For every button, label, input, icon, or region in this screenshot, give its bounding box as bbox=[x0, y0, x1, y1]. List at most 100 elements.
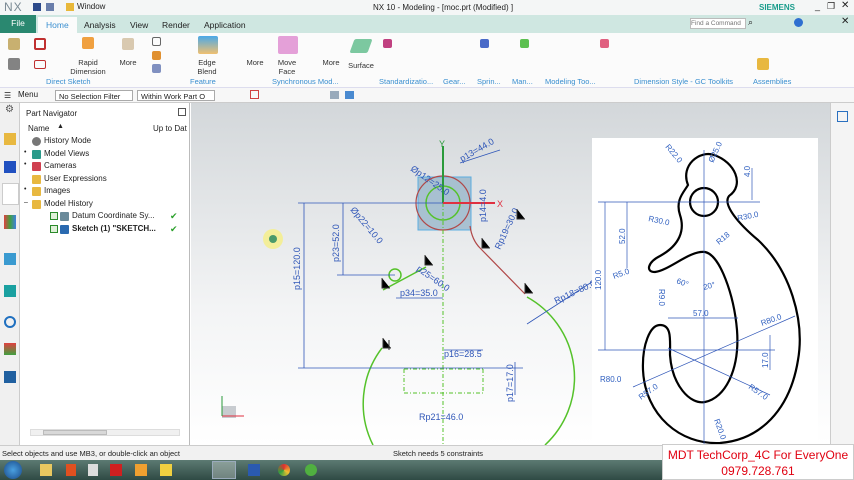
snap-icon[interactable] bbox=[250, 90, 259, 99]
app3-taskbar-icon[interactable] bbox=[305, 464, 317, 476]
tab-application[interactable]: Application bbox=[196, 17, 254, 33]
expand-toggle[interactable]: • bbox=[24, 161, 26, 168]
dimension-style-icon[interactable] bbox=[600, 39, 609, 48]
finish-sketch-icon[interactable] bbox=[8, 58, 20, 70]
tab-file[interactable]: File bbox=[0, 15, 36, 33]
scrollbar-thumb[interactable] bbox=[43, 430, 107, 435]
render-style-icon[interactable] bbox=[330, 91, 339, 99]
roles-icon[interactable] bbox=[4, 371, 16, 383]
chrome-taskbar-icon[interactable] bbox=[278, 464, 290, 476]
app2-taskbar-icon[interactable] bbox=[135, 464, 147, 476]
column-name-header[interactable]: Name bbox=[28, 124, 49, 133]
tab-view[interactable]: View bbox=[122, 17, 156, 33]
calculator-taskbar-icon[interactable] bbox=[88, 464, 98, 476]
save-all-icon[interactable] bbox=[46, 3, 54, 11]
group-standardization: Standardizatio... bbox=[379, 77, 434, 86]
more-sync-button[interactable]: More bbox=[318, 58, 344, 67]
dim-p34: p34=35.0 bbox=[400, 288, 438, 298]
extrude-icon[interactable] bbox=[152, 37, 161, 46]
add-component-icon[interactable] bbox=[757, 58, 769, 70]
settings-icon[interactable]: ⚙ bbox=[5, 104, 14, 115]
graphics-window[interactable]: Y X p13=44.0 Øp12=25.0 p14=4.0 Rp19=30.0… bbox=[191, 103, 830, 445]
more-feature-button[interactable]: More bbox=[242, 58, 268, 67]
web-browser-icon[interactable] bbox=[4, 285, 16, 297]
notes-taskbar-icon[interactable] bbox=[160, 464, 172, 476]
window-icon bbox=[66, 3, 74, 11]
expand-toggle[interactable]: • bbox=[24, 186, 26, 193]
dim-p14: p14=4.0 bbox=[478, 189, 488, 222]
resource-bar: ⚙ bbox=[0, 103, 20, 445]
dim-p17: p17=17.0 bbox=[505, 364, 515, 402]
surface-button[interactable]: Surface bbox=[346, 61, 376, 70]
app-taskbar-icon[interactable] bbox=[66, 464, 76, 476]
spring-icon[interactable] bbox=[480, 39, 489, 48]
start-button[interactable] bbox=[4, 461, 22, 479]
move-face-button[interactable]: Move Face bbox=[272, 58, 302, 76]
selection-toolbar: ☰ Menu No Selection Filter Within Work P… bbox=[0, 88, 854, 103]
navigator-title: Part Navigator bbox=[26, 109, 78, 118]
menu-button[interactable]: Menu bbox=[18, 90, 38, 99]
maximize-navigator-button[interactable] bbox=[178, 108, 186, 116]
x-axis-label: X bbox=[497, 199, 503, 209]
view-orientation-icon[interactable] bbox=[345, 91, 354, 99]
check-icon[interactable] bbox=[520, 39, 529, 48]
profile-icon[interactable] bbox=[34, 38, 46, 50]
more-sketch-button[interactable]: More bbox=[115, 58, 141, 67]
word-taskbar-icon[interactable] bbox=[248, 464, 260, 476]
assembly-navigator-icon[interactable] bbox=[4, 133, 16, 145]
window-menu[interactable]: Window bbox=[77, 2, 105, 11]
standard-part-icon[interactable] bbox=[383, 39, 392, 48]
restore-button[interactable]: ❐ bbox=[827, 1, 835, 12]
reuse-library-icon[interactable] bbox=[4, 215, 16, 229]
y-axis-label: Y bbox=[439, 139, 445, 149]
rapid-dimension-button[interactable]: Rapid Dimension bbox=[66, 58, 110, 76]
surface-icon[interactable] bbox=[349, 39, 373, 53]
ref-dim-57: 57.0 bbox=[693, 309, 709, 318]
expand-toggle[interactable]: • bbox=[24, 149, 26, 156]
selection-filter-dropdown[interactable]: No Selection Filter bbox=[55, 90, 133, 101]
sketch-geometry: Y X bbox=[362, 139, 576, 445]
sketch-icon bbox=[60, 224, 69, 234]
visibility-checkbox[interactable] bbox=[50, 212, 58, 220]
part-navigator-tab[interactable] bbox=[2, 183, 19, 205]
search-icon[interactable]: ⌕ bbox=[748, 17, 753, 28]
history-icon[interactable] bbox=[4, 316, 16, 328]
watermark-line1: MDT TechCorp_4C For EveryOne bbox=[667, 448, 849, 462]
edge-blend-button[interactable]: Edge Blend bbox=[190, 58, 224, 76]
save-icon[interactable] bbox=[33, 3, 41, 11]
column-up-to-date-header[interactable]: Up to Dat bbox=[153, 124, 187, 133]
constraint-navigator-icon[interactable] bbox=[4, 161, 16, 173]
tab-home[interactable]: Home bbox=[38, 17, 77, 33]
minimize-button[interactable]: _ bbox=[815, 1, 820, 11]
visibility-checkbox[interactable] bbox=[50, 224, 58, 233]
close-button[interactable]: ✕ bbox=[841, 0, 849, 11]
ribbon-tabs: File Home Analysis View Render Applicati… bbox=[0, 15, 854, 33]
acrobat-taskbar-icon[interactable] bbox=[110, 464, 122, 476]
rectangle-icon[interactable] bbox=[34, 60, 46, 69]
expand-toggle[interactable]: – bbox=[24, 199, 28, 206]
navigator-item-label: User Expressions bbox=[44, 173, 107, 183]
sketch-icon[interactable] bbox=[8, 38, 20, 50]
title-bar: NX Window NX 10 - Modeling - [moc.prt (M… bbox=[0, 0, 854, 15]
find-command-input[interactable] bbox=[690, 18, 746, 29]
hd3d-icon[interactable] bbox=[4, 253, 16, 265]
tab-analysis[interactable]: Analysis bbox=[76, 17, 124, 33]
explorer-taskbar-icon[interactable] bbox=[40, 464, 52, 476]
rapid-dimension-icon[interactable] bbox=[82, 37, 94, 49]
hole-icon[interactable] bbox=[152, 51, 161, 60]
edge-blend-icon[interactable] bbox=[198, 36, 218, 54]
layout-icon[interactable] bbox=[837, 111, 848, 122]
more-sketch-icon bbox=[122, 38, 134, 50]
help-icon[interactable] bbox=[794, 18, 803, 27]
nx-taskbar-button[interactable] bbox=[212, 461, 236, 479]
menu-icon: ☰ bbox=[4, 91, 12, 100]
cursor-icon bbox=[269, 235, 277, 243]
process-studio-icon[interactable] bbox=[4, 343, 16, 355]
close-part-button[interactable]: ✕ bbox=[841, 16, 849, 27]
tab-render[interactable]: Render bbox=[154, 17, 198, 33]
move-face-icon[interactable] bbox=[278, 36, 298, 54]
horizontal-scrollbar[interactable] bbox=[30, 429, 180, 436]
dim-p15: p15=120.0 bbox=[292, 247, 302, 290]
selection-scope-dropdown[interactable]: Within Work Part O bbox=[137, 90, 215, 101]
unite-icon[interactable] bbox=[152, 64, 161, 73]
